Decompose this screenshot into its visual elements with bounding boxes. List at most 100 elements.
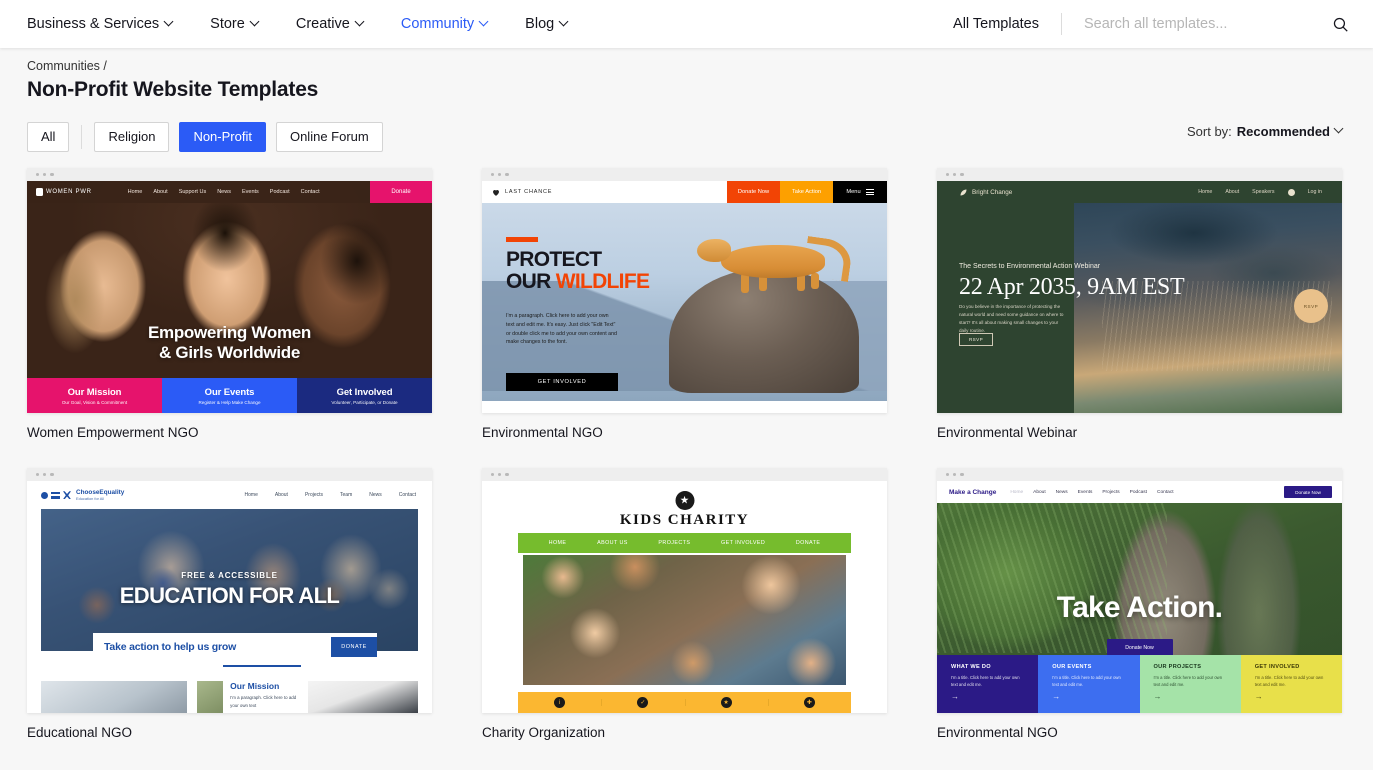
preview-get-involved-button: GET INVOLVED (506, 373, 618, 392)
preview-headline: PROTECT OUR WILDLIFE (506, 249, 650, 292)
preview-section-body: I'm a paragraph. Click here to add your … (230, 695, 297, 708)
primary-nav-links: Business & Services Store Creative Commu… (0, 16, 605, 32)
template-card[interactable]: ChooseEquality Education for All Home Ab… (27, 468, 432, 740)
preview-nav-item: Contact (398, 492, 416, 499)
preview-icon-cell: ✓ (601, 697, 684, 709)
preview-donate-button: Donate (370, 181, 432, 204)
filter-chip-religion[interactable]: Religion (94, 122, 170, 153)
filter-chip-online-forum[interactable]: Online Forum (275, 122, 383, 153)
preview-hero-image: FREE & ACCESSIBLE EDUCATION FOR ALL (41, 509, 418, 652)
site-logo-text: ChooseEquality Education for All (76, 489, 124, 502)
feature-bar-title: Our Events (204, 386, 255, 398)
template-preview: ChooseEquality Education for All Home Ab… (27, 481, 432, 714)
nav-item-business-services[interactable]: Business & Services (27, 16, 174, 32)
feature-bar-title: Get Involved (336, 386, 393, 398)
preview-nav-item: Events (241, 189, 259, 196)
template-card-label: Educational NGO (27, 725, 133, 741)
filter-chip-all[interactable]: All (27, 122, 70, 153)
preview-nav-item: Home (1198, 189, 1213, 196)
nav-divider (1061, 13, 1062, 35)
filter-chip-non-profit[interactable]: Non-Profit (179, 122, 266, 153)
template-thumbnail[interactable]: LAST CHANCE Donate Now Take Action Menu … (482, 168, 887, 414)
check-icon: ✓ (637, 697, 649, 709)
template-card[interactable]: WOMEN PWR Home About Support Us News Eve… (27, 168, 432, 440)
preview-kicker: FREE & ACCESSIBLE (181, 571, 278, 581)
all-templates-link[interactable]: All Templates (953, 16, 1039, 32)
template-thumbnail[interactable]: Make a Change Home About News Events Pro… (937, 468, 1342, 714)
template-preview: WOMEN PWR Home About Support Us News Eve… (27, 181, 432, 414)
preview-cta-row: Take action to help us grow DONATE (93, 633, 377, 661)
sort-by-label: Sort by: (1187, 124, 1232, 139)
template-card[interactable]: Make a Change Home About News Events Pro… (937, 468, 1342, 740)
feature-column-title: OUR EVENTS (1052, 664, 1092, 671)
preview-header-buttons: Donate Now Take Action Menu (727, 181, 887, 204)
preview-nav-item: News (1055, 489, 1068, 495)
site-logo: Bright Change (937, 188, 1012, 197)
template-card[interactable]: Bright Change Home About Speakers Log in… (937, 168, 1342, 440)
site-logo: LAST CHANCE (482, 188, 552, 197)
nav-item-store[interactable]: Store (210, 16, 260, 32)
user-icon (1287, 188, 1295, 196)
preview-overlay (41, 509, 418, 652)
preview-nav-item: Events (1077, 489, 1093, 495)
preview-feature-column: WHAT WE DO I'm a title. Click here to ad… (937, 655, 1039, 714)
browser-chrome-bar (937, 168, 1342, 182)
feature-column-body: I'm a title. Click here to add your own … (1052, 675, 1121, 687)
feature-bar-title: Our Mission (67, 386, 122, 398)
preview-nav-item: Home (127, 189, 143, 196)
search-icon[interactable] (1332, 16, 1349, 33)
preview-donate-now-button: Donate Now (1284, 486, 1332, 499)
search-box[interactable] (1084, 12, 1349, 36)
preview-icon-cell: ✚ (767, 697, 851, 709)
top-navigation-bar: Business & Services Store Creative Commu… (0, 0, 1373, 48)
preview-accent-rule (223, 665, 301, 667)
chevron-down-icon (165, 18, 174, 27)
nav-item-label: Blog (525, 16, 555, 32)
feature-bar-sub: Our Goal, Vision & Commitment (61, 399, 128, 405)
preview-nav: Home About Speakers Log in (1198, 188, 1342, 196)
browser-chrome-bar (27, 168, 432, 182)
template-card-label: Charity Organization (482, 725, 606, 741)
nav-item-community[interactable]: Community (401, 16, 489, 32)
sort-by-dropdown[interactable]: Sort by: Recommended (1187, 124, 1344, 139)
preview-nav: HOME ABOUT US PROJECTS GET INVOLVED DONA… (518, 533, 851, 554)
template-thumbnail[interactable]: WOMEN PWR Home About Support Us News Eve… (27, 168, 432, 414)
nav-utility-area: All Templates (953, 12, 1373, 36)
preview-cheetah-illustration (697, 229, 854, 294)
template-card[interactable]: LAST CHANCE Donate Now Take Action Menu … (482, 168, 887, 440)
preview-site-header: Make a Change Home About News Events Pro… (937, 481, 1342, 504)
breadcrumb[interactable]: Communities / (27, 59, 1346, 73)
page-header: Communities / Non-Profit Website Templat… (0, 48, 1373, 139)
preview-nav-item: Speakers (1252, 189, 1275, 196)
nav-item-label: Business & Services (27, 16, 160, 32)
preview-image-right (308, 681, 418, 714)
preview-cta-text: Take action to help us grow (104, 640, 237, 653)
feature-column-body: I'm a title. Click here to add your own … (951, 675, 1020, 687)
nav-item-creative[interactable]: Creative (296, 16, 365, 32)
browser-chrome-bar (482, 468, 887, 482)
template-thumbnail[interactable]: ChooseEquality Education for All Home Ab… (27, 468, 432, 714)
template-thumbnail[interactable]: Bright Change Home About Speakers Log in… (937, 168, 1342, 414)
preview-nav-item: News (217, 189, 231, 196)
nav-item-blog[interactable]: Blog (525, 16, 569, 32)
leaf-icon (960, 189, 967, 196)
nav-item-label: Store (210, 16, 245, 32)
browser-chrome-bar (937, 468, 1342, 482)
nav-item-label: Community (400, 16, 475, 32)
preview-feature-column: OUR PROJECTS I'm a title. Click here to … (1139, 655, 1241, 714)
site-logo-text: KIDS CHARITY (619, 512, 750, 529)
page-title: Non-Profit Website Templates (27, 78, 319, 101)
template-card[interactable]: ★ KIDS CHARITY HOME ABOUT US PROJECTS GE… (482, 468, 887, 740)
preview-feature-bars: Our Mission Our Goal, Vision & Commitmen… (27, 378, 432, 414)
preview-nav-item: News (369, 492, 382, 499)
search-input[interactable] (1084, 12, 1332, 36)
preview-icon-bar: i ✓ ★ ✚ (518, 692, 851, 714)
preview-nav: Home About Support Us News Events Podcas… (128, 189, 320, 195)
template-thumbnail[interactable]: ★ KIDS CHARITY HOME ABOUT US PROJECTS GE… (482, 468, 887, 714)
preview-nav-item: Podcast (269, 189, 290, 196)
preview-mission-text: Our Mission I'm a paragraph. Click here … (230, 681, 298, 713)
template-preview: ★ KIDS CHARITY HOME ABOUT US PROJECTS GE… (482, 481, 887, 714)
chevron-down-icon (560, 18, 569, 27)
preview-cta-button: Donate Now (1106, 639, 1173, 657)
site-logo-text: Bright Change (972, 188, 1013, 196)
